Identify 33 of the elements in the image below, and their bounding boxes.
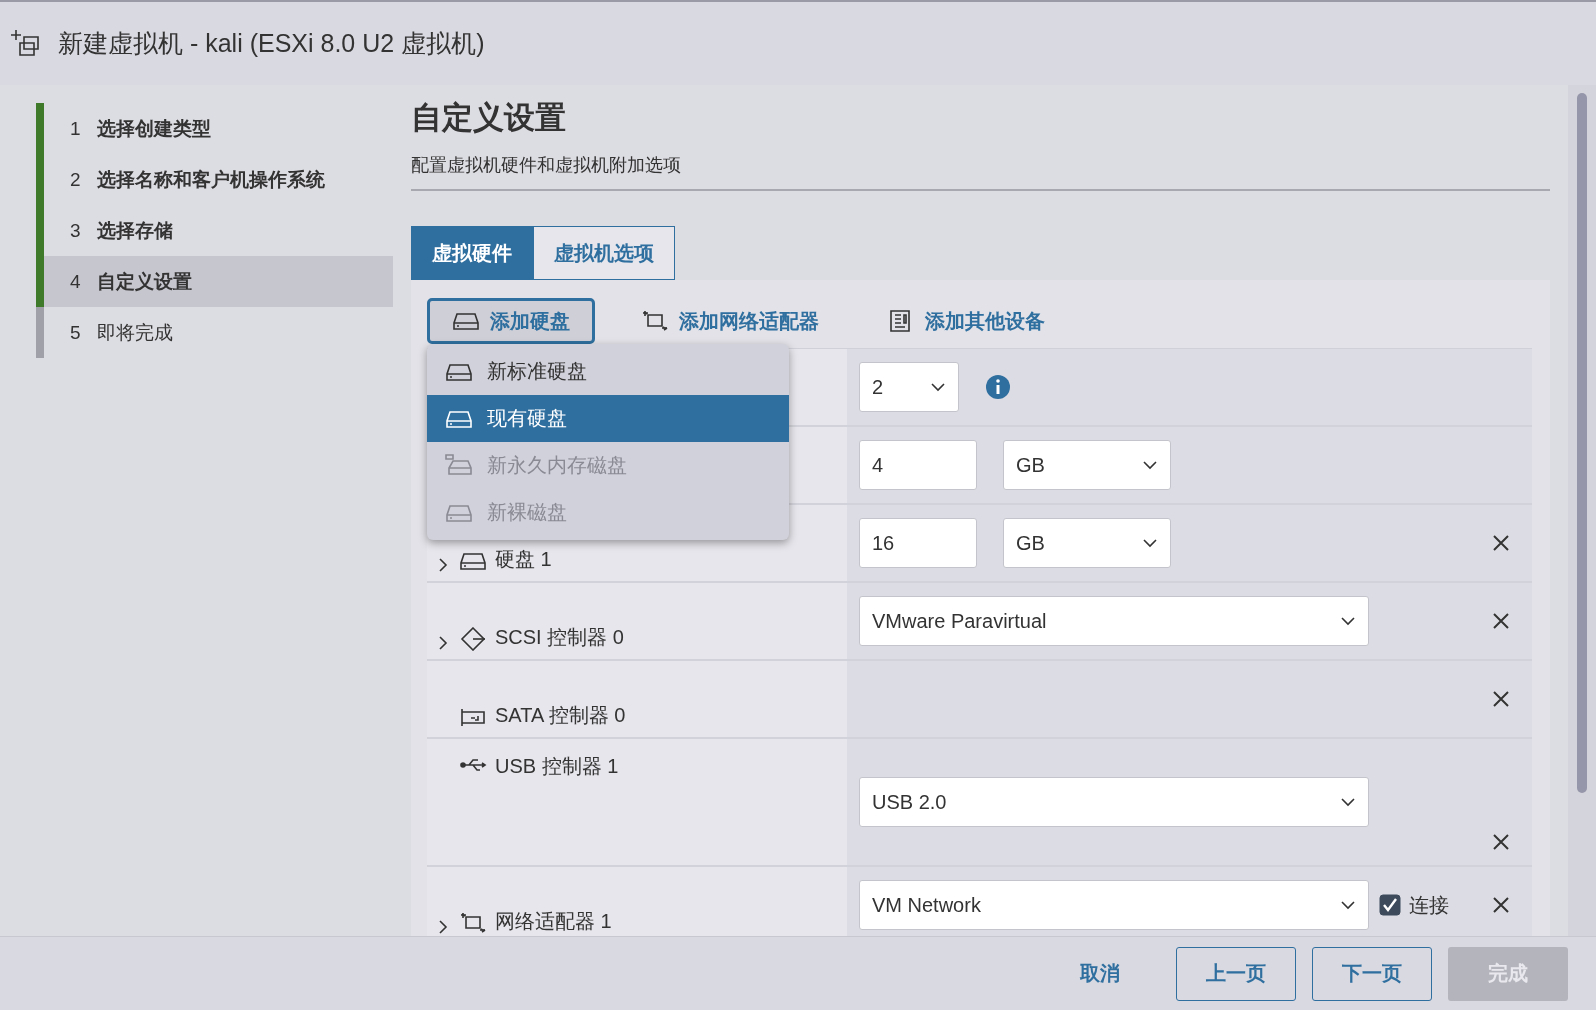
- footer-button[interactable]: 下一页: [1312, 946, 1432, 1001]
- toolbar-button[interactable]: 添加网络适配器: [619, 298, 841, 344]
- hardware-label: 网络适配器 1: [495, 909, 612, 934]
- dropdown-select[interactable]: VM Network: [859, 880, 1369, 930]
- hardware-label: 硬盘 1: [495, 547, 552, 572]
- toolbar-button[interactable]: 添加其他设备: [865, 298, 1067, 344]
- tab[interactable]: 虚拟机选项: [533, 226, 675, 280]
- menu-item[interactable]: 现有硬盘: [427, 395, 789, 442]
- network-adapter-icon: [641, 309, 669, 333]
- network-adapter-icon: [459, 911, 487, 935]
- dropdown-select[interactable]: GB: [1003, 440, 1171, 490]
- page-heading: 自定义设置: [411, 99, 567, 137]
- hardware-label: USB 控制器 1: [495, 754, 619, 779]
- scsi-controller-icon: [459, 627, 487, 651]
- dropdown-select[interactable]: VMware Paravirtual: [859, 596, 1369, 646]
- footer-button[interactable]: 取消: [1040, 946, 1160, 1001]
- input-field[interactable]: 16: [859, 518, 977, 568]
- wizard-step[interactable]: 4 自定义设置: [36, 256, 393, 307]
- window-title: 新建虚拟机 - kali (ESXi 8.0 U2 虚拟机): [58, 28, 485, 59]
- input-field[interactable]: 4: [859, 440, 977, 490]
- hardware-label: SATA 控制器 0: [495, 703, 626, 728]
- checkbox-label: 连接: [1409, 892, 1449, 918]
- hardware-label: SCSI 控制器 0: [495, 625, 624, 650]
- checkbox[interactable]: [1379, 894, 1401, 916]
- dropdown-select[interactable]: GB: [1003, 518, 1171, 568]
- dropdown-select[interactable]: USB 2.0: [859, 777, 1369, 827]
- menu-item[interactable]: 新标准硬盘: [427, 348, 789, 395]
- info-icon[interactable]: [985, 374, 1011, 400]
- page-subtitle: 配置虚拟机硬件和虚拟机附加选项: [411, 153, 1550, 191]
- tab[interactable]: 虚拟硬件: [411, 226, 533, 280]
- footer-button[interactable]: 上一页: [1176, 946, 1296, 1001]
- dropdown-select[interactable]: 2: [859, 362, 959, 412]
- scrollbar[interactable]: [1577, 93, 1587, 793]
